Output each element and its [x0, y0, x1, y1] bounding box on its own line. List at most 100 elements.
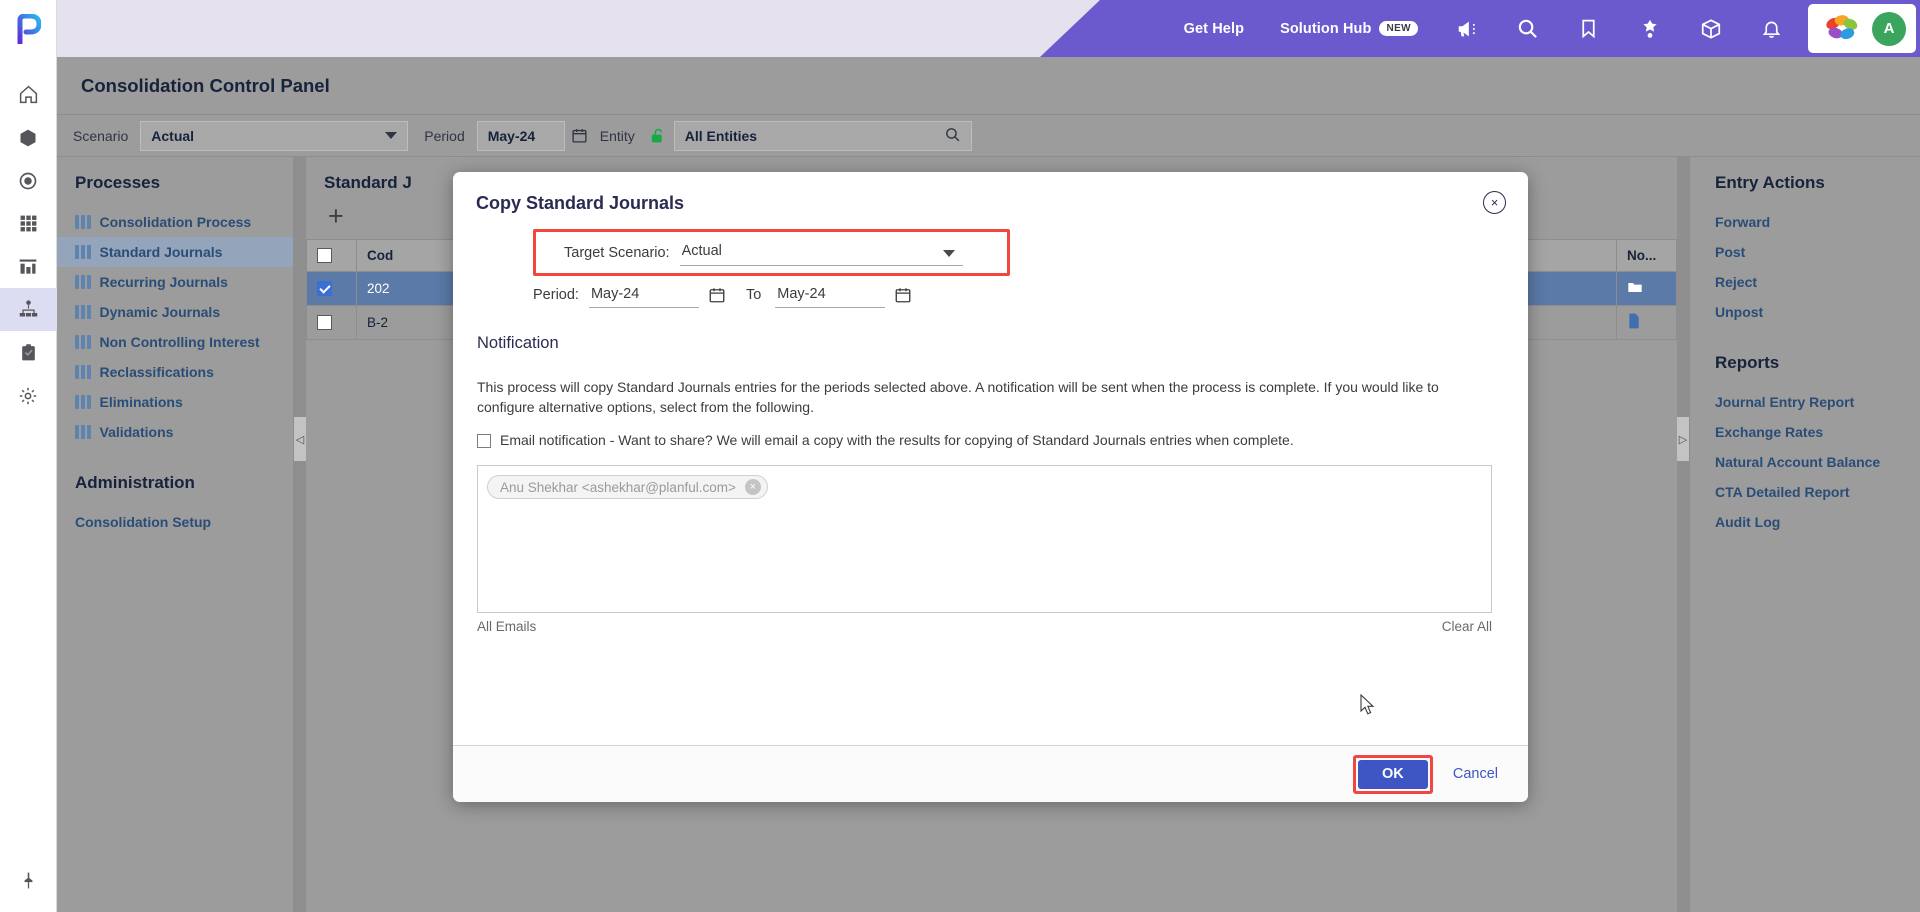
solution-hub-link[interactable]: Solution Hub NEW — [1262, 21, 1436, 37]
report-natural-account-balance[interactable]: Natural Account Balance — [1690, 447, 1920, 477]
right-collapse-handle[interactable]: ▷ — [1677, 157, 1689, 912]
bars-icon — [75, 425, 91, 439]
column-notes: No... — [1616, 239, 1677, 272]
get-help-link[interactable]: Get Help — [1166, 21, 1262, 37]
topbar-nav: Get Help Solution Hub NEW A — [1166, 0, 1920, 57]
row-note-icon-cell[interactable] — [1616, 305, 1677, 340]
avatar[interactable]: A — [1872, 11, 1906, 46]
process-label: Recurring Journals — [99, 274, 228, 290]
period-from-field[interactable] — [588, 282, 726, 308]
admin-item-consolidation-setup[interactable]: Consolidation Setup — [57, 507, 293, 537]
chevron-left-icon[interactable]: ◁ — [294, 417, 306, 461]
email-chip-label: Anu Shekhar <ashekhar@planful.com> — [500, 479, 736, 495]
scenario-value: Actual — [151, 127, 195, 144]
all-emails-link[interactable]: All Emails — [477, 619, 536, 634]
email-notification-checkbox[interactable] — [477, 434, 491, 448]
email-box-footer: All Emails Clear All — [477, 619, 1492, 634]
email-chip[interactable]: Anu Shekhar <ashekhar@planful.com> × — [487, 475, 768, 499]
sidebar-item-reports[interactable] — [0, 245, 57, 288]
bars-icon — [75, 305, 91, 319]
unlock-icon[interactable] — [649, 127, 666, 145]
bars-icon — [75, 245, 91, 259]
planful-logo[interactable] — [0, 0, 57, 57]
calendar-icon[interactable] — [571, 127, 588, 144]
calendar-icon[interactable] — [894, 286, 912, 304]
cancel-button[interactable]: Cancel — [1453, 766, 1498, 782]
process-item[interactable]: Validations — [57, 417, 293, 447]
entity-select[interactable]: All Entities — [673, 120, 972, 151]
clear-all-link[interactable]: Clear All — [1442, 619, 1492, 634]
row-checkbox[interactable] — [317, 315, 332, 331]
left-collapse-handle[interactable]: ◁ — [294, 157, 306, 912]
sidebar-item-target[interactable] — [0, 159, 57, 202]
processes-heading: Processes — [75, 173, 161, 192]
email-notification-label[interactable]: Email notification - Want to share? We w… — [500, 432, 1294, 448]
scenario-select[interactable]: Actual — [140, 120, 409, 151]
action-reject[interactable]: Reject — [1690, 267, 1920, 297]
process-label: Non Controlling Interest — [99, 334, 260, 350]
ok-button[interactable]: OK — [1357, 759, 1428, 789]
select-all-checkbox[interactable] — [317, 248, 332, 264]
chevron-right-icon[interactable]: ▷ — [1677, 417, 1689, 461]
action-post[interactable]: Post — [1690, 237, 1920, 267]
period-field[interactable]: May-24 — [476, 120, 565, 151]
target-scenario-select[interactable] — [679, 239, 963, 266]
cube-icon[interactable] — [1680, 0, 1741, 57]
folder-icon — [1628, 283, 1642, 292]
scenario-label: Scenario — [73, 127, 129, 144]
row-code: 202 — [356, 271, 467, 306]
bell-icon[interactable] — [1741, 0, 1802, 57]
reports-heading: Reports — [1715, 353, 1780, 372]
sidebar-item-tasks[interactable] — [0, 331, 57, 374]
process-item[interactable]: Recurring Journals — [57, 267, 293, 297]
row-checkbox-cell[interactable] — [306, 305, 357, 340]
action-forward[interactable]: Forward — [1690, 207, 1920, 237]
close-icon[interactable]: × — [744, 479, 761, 495]
megaphone-icon[interactable] — [1436, 0, 1497, 57]
administration-heading: Administration — [75, 473, 195, 492]
report-exchange-rates[interactable]: Exchange Rates — [1690, 417, 1920, 447]
select-all-header[interactable] — [306, 239, 357, 272]
icon-rail — [0, 0, 57, 912]
period-to-input[interactable] — [775, 282, 886, 308]
column-code: Cod — [356, 239, 467, 272]
calendar-icon[interactable] — [708, 286, 726, 304]
process-item[interactable]: Reclassifications — [57, 357, 293, 387]
puzzle-icon[interactable] — [1619, 0, 1680, 57]
sidebar-item-grid[interactable] — [0, 202, 57, 245]
process-item[interactable]: Consolidation Process — [57, 207, 293, 237]
target-scenario-row: Target Scenario: — [536, 232, 1007, 273]
sidebar-item-consolidation[interactable] — [0, 288, 57, 331]
sidebar-item-settings[interactable] — [0, 374, 57, 417]
period-value: May-24 — [487, 127, 536, 144]
sidebar-item-home[interactable] — [0, 73, 57, 116]
search-icon[interactable] — [1497, 0, 1558, 57]
process-item-standard-journals[interactable]: Standard Journals — [57, 237, 293, 267]
period-to-field[interactable] — [775, 282, 912, 308]
report-journal-entry[interactable]: Journal Entry Report — [1690, 387, 1920, 417]
row-note-icon-cell[interactable] — [1616, 271, 1677, 306]
process-item[interactable]: Eliminations — [57, 387, 293, 417]
email-recipients-box[interactable]: Anu Shekhar <ashekhar@planful.com> × — [477, 465, 1492, 613]
row-checkbox-cell[interactable] — [306, 271, 357, 306]
actions-panel: Entry Actions Forward Post Reject Unpost… — [1689, 157, 1920, 912]
bookmark-icon[interactable] — [1558, 0, 1619, 57]
report-cta-detailed[interactable]: CTA Detailed Report — [1690, 477, 1920, 507]
action-unpost[interactable]: Unpost — [1690, 297, 1920, 327]
process-item[interactable]: Non Controlling Interest — [57, 327, 293, 357]
report-audit-log[interactable]: Audit Log — [1690, 507, 1920, 537]
entity-search-icon[interactable] — [944, 126, 961, 146]
process-label: Reclassifications — [99, 364, 214, 380]
processes-panel: Processes Consolidation Process Standard… — [57, 157, 294, 912]
email-notification-row[interactable]: Email notification - Want to share? We w… — [477, 432, 1294, 448]
add-journal-button[interactable]: + — [328, 202, 344, 230]
target-scenario-highlight: Target Scenario: — [533, 229, 1010, 276]
process-item[interactable]: Dynamic Journals — [57, 297, 293, 327]
process-label: Consolidation Process — [99, 214, 252, 230]
close-icon[interactable]: × — [1483, 191, 1506, 214]
target-scenario-input[interactable] — [679, 239, 963, 266]
sidebar-item-package[interactable] — [0, 116, 57, 159]
row-checkbox[interactable] — [317, 281, 332, 297]
pin-icon[interactable] — [0, 871, 57, 890]
period-from-input[interactable] — [588, 282, 699, 308]
